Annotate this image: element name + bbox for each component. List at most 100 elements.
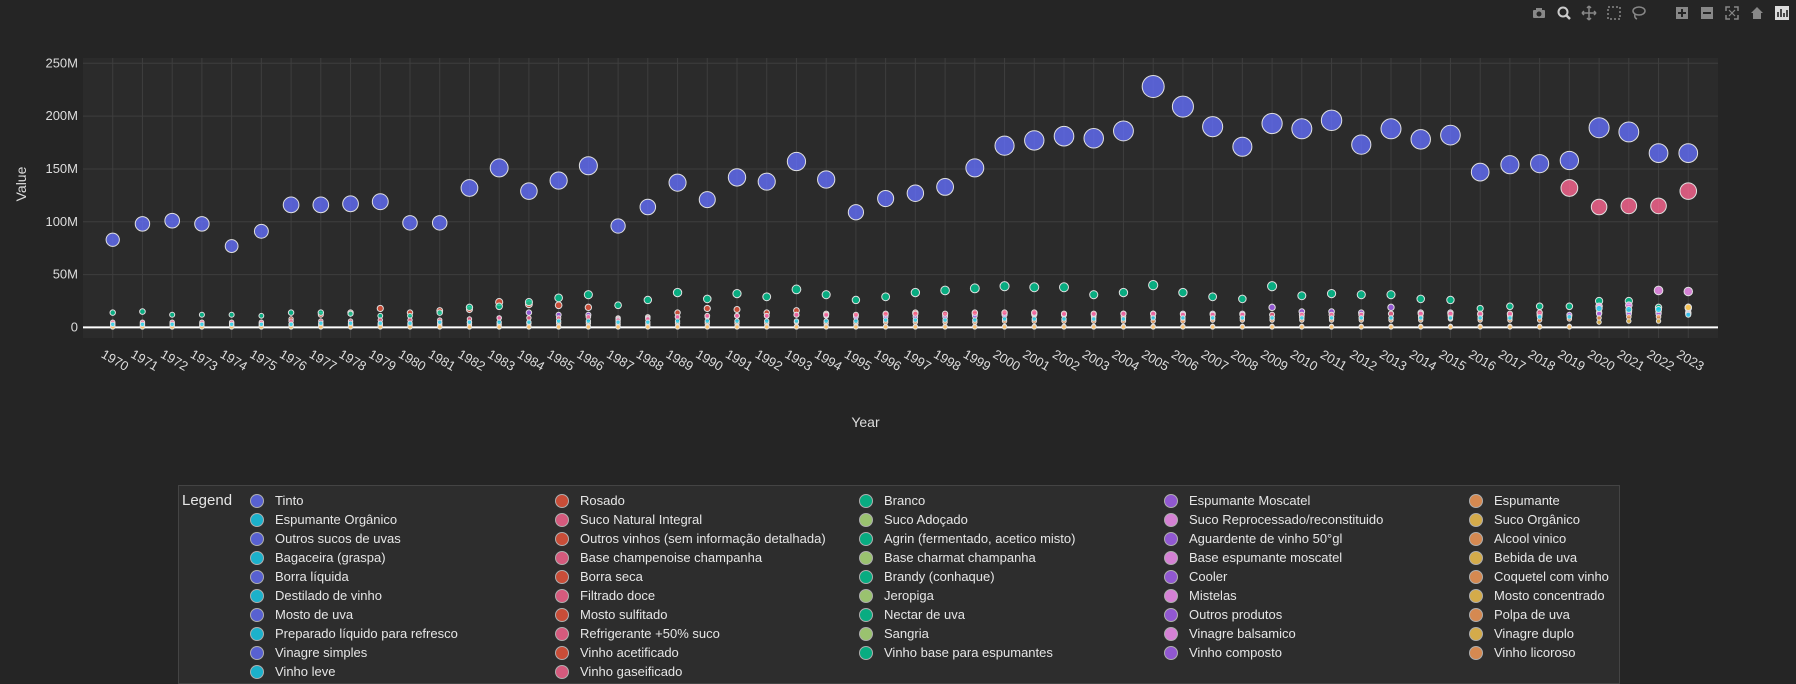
data-point	[1566, 314, 1573, 320]
legend-item[interactable]: Nectar de uva	[859, 605, 965, 624]
data-point	[288, 321, 294, 327]
data-point	[1089, 290, 1099, 300]
legend-item[interactable]: Vinho licoroso	[1469, 643, 1575, 662]
legend-item[interactable]: Vinho base para espumantes	[859, 643, 1053, 662]
legend-item[interactable]: Suco Orgânico	[1469, 510, 1580, 529]
data-point	[1059, 282, 1069, 293]
legend-item[interactable]: Filtrado doce	[555, 586, 655, 605]
legend-item[interactable]: Outros produtos	[1164, 605, 1282, 624]
y-tick-label: 100M	[45, 214, 78, 229]
data-point	[585, 324, 592, 330]
legend-item[interactable]: Espumante Moscatel	[1164, 491, 1310, 510]
legend-item[interactable]: Rosado	[555, 491, 625, 510]
legend-item[interactable]: Base charmat champanha	[859, 548, 1036, 567]
legend-label: Coquetel com vinho	[1494, 569, 1609, 584]
legend-item[interactable]: Branco	[859, 491, 925, 510]
data-point	[668, 173, 687, 192]
legend-item[interactable]: Mosto sulfitado	[555, 605, 667, 624]
legend-marker	[859, 531, 873, 546]
legend-item[interactable]: Outros sucos de uvas	[250, 529, 401, 548]
legend-item[interactable]: Bebida de uva	[1469, 548, 1577, 567]
legend-item[interactable]: Alcool vinico	[1469, 529, 1566, 548]
data-point	[877, 189, 895, 208]
legend-label: Agrin (fermentado, acetico misto)	[884, 531, 1076, 546]
legend-item[interactable]: Mosto concentrado	[1469, 586, 1605, 605]
x-tick-label: 1980	[396, 346, 429, 373]
data-point	[134, 216, 151, 232]
data-point	[1653, 285, 1664, 296]
legend-item[interactable]: Sangria	[859, 624, 929, 643]
legend-item[interactable]: Aguardente de vinho 50°gl	[1164, 529, 1342, 548]
legend-item[interactable]: Espumante	[1469, 491, 1560, 510]
data-point	[109, 309, 116, 316]
legend-item[interactable]: Suco Reprocessado/reconstituido	[1164, 510, 1383, 529]
legend-marker	[555, 607, 569, 622]
data-point	[1351, 134, 1372, 155]
legend-marker	[555, 550, 569, 565]
legend-label: Suco Adoçado	[884, 512, 968, 527]
legend-item[interactable]: Preparado líquido para refresco	[250, 624, 458, 643]
y-tick-label: 50M	[53, 267, 78, 282]
x-tick-label: 2003	[1080, 346, 1113, 373]
legend-marker	[1469, 607, 1483, 622]
data-point	[734, 312, 740, 319]
legend-item[interactable]: Refrigerante +50% suco	[555, 624, 720, 643]
x-tick-label: 1996	[872, 346, 905, 373]
legend-item[interactable]: Base espumante moscatel	[1164, 548, 1342, 567]
legend-marker	[1164, 531, 1178, 546]
legend-item[interactable]: Vinagre balsamico	[1164, 624, 1296, 643]
data-point	[734, 318, 740, 324]
legend-item[interactable]: Espumante Orgânico	[250, 510, 397, 529]
data-point	[583, 290, 593, 300]
x-tick-label: 1988	[634, 346, 667, 373]
legend-item[interactable]: Vinho leve	[250, 662, 335, 681]
legend-marker	[250, 626, 264, 641]
legend-item[interactable]: Mosto de uva	[250, 605, 353, 624]
data-point	[554, 301, 563, 310]
legend-item[interactable]: Vinho gaseificado	[555, 662, 682, 681]
data-point	[105, 232, 120, 247]
legend-item[interactable]: Jeropiga	[859, 586, 934, 605]
data-point	[1328, 315, 1335, 321]
legend-marker	[859, 607, 873, 622]
legend-item[interactable]: Bagaceira (graspa)	[250, 548, 386, 567]
legend-item[interactable]: Cooler	[1164, 567, 1227, 586]
legend-item[interactable]: Vinho acetificado	[555, 643, 679, 662]
data-point	[698, 191, 716, 209]
x-tick-label: 1982	[455, 346, 488, 373]
legend-item[interactable]: Agrin (fermentado, acetico misto)	[859, 529, 1075, 548]
legend-item[interactable]: Suco Adoçado	[859, 510, 968, 529]
legend-item[interactable]: Polpa de uva	[1469, 605, 1570, 624]
legend-label: Mosto concentrado	[1494, 588, 1605, 603]
legend-item[interactable]: Mistelas	[1164, 586, 1237, 605]
legend-item[interactable]: Base champenoise champanha	[555, 548, 762, 567]
legend-item[interactable]: Vinho composto	[1164, 643, 1282, 662]
legend-item[interactable]: Brandy (conhaque)	[859, 567, 995, 586]
x-tick-label: 2019	[1555, 346, 1588, 373]
x-tick-label: 2008	[1228, 346, 1261, 373]
data-point	[1536, 324, 1543, 330]
data-point	[1380, 118, 1402, 140]
data-point	[169, 321, 175, 327]
legend-item[interactable]: Vinagre simples	[250, 643, 367, 662]
legend-item[interactable]: Borra seca	[555, 567, 643, 586]
data-point	[1232, 136, 1253, 157]
legend-marker	[1469, 645, 1483, 660]
legend-item[interactable]: Borra líquida	[250, 567, 349, 586]
legend-label: Bebida de uva	[1494, 550, 1578, 565]
data-point	[1470, 162, 1490, 182]
legend-item[interactable]: Suco Natural Integral	[555, 510, 702, 529]
data-point	[1595, 304, 1603, 313]
data-point	[1626, 318, 1632, 324]
legend-item[interactable]: Coquetel com vinho	[1469, 567, 1609, 586]
legend-item[interactable]: Vinagre duplo	[1469, 624, 1574, 643]
legend-marker	[1469, 588, 1483, 603]
x-tick-label: 1971	[128, 346, 161, 373]
legend-marker	[555, 569, 569, 584]
legend-label: Base espumante moscatel	[1189, 550, 1343, 565]
legend-item[interactable]: Tinto	[250, 491, 303, 510]
data-point	[460, 179, 479, 197]
x-tick-label: 1987	[604, 346, 637, 373]
legend-item[interactable]: Destilado de vinho	[250, 586, 382, 605]
legend-item[interactable]: Outros vinhos (sem informação detalhada)	[555, 529, 826, 548]
